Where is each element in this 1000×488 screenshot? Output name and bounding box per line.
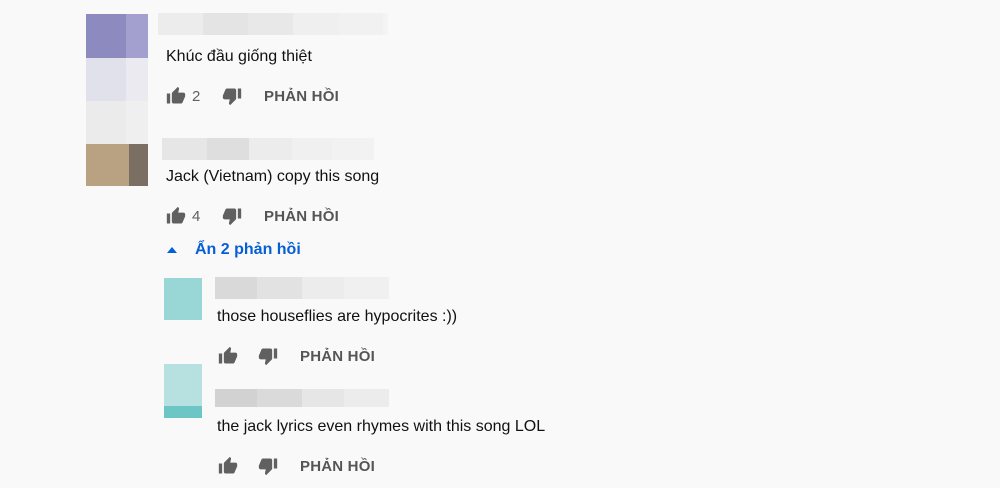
thumbs-down-icon [258, 458, 278, 476]
reply-button[interactable]: PHẢN HỒI [264, 208, 339, 225]
comment-actions: 2 PHẢN HỒI [166, 84, 339, 108]
caret-up-icon [167, 247, 177, 253]
thumbs-down-icon [222, 208, 242, 226]
like-button[interactable] [166, 206, 186, 226]
comment-text: Khúc đầu giống thiệt [166, 48, 312, 65]
dislike-button[interactable] [258, 456, 278, 476]
dislike-button[interactable] [258, 346, 278, 366]
reply-text: the jack lyrics even rhymes with this so… [217, 418, 546, 435]
reply-button[interactable]: PHẢN HỒI [300, 348, 375, 365]
reply-actions: PHẢN HỒI [218, 344, 375, 368]
avatar[interactable] [86, 144, 148, 186]
hide-replies-label: Ẩn 2 phản hồi [195, 241, 301, 258]
like-count: 4 [192, 207, 201, 225]
reply-button[interactable]: PHẢN HỒI [264, 88, 339, 105]
avatar[interactable] [164, 278, 202, 320]
reply-text: those houseflies are hypocrites :)) [217, 308, 458, 325]
thumbs-down-icon [258, 348, 278, 366]
like-button[interactable] [218, 456, 238, 476]
author-name[interactable] [215, 277, 389, 299]
author-name[interactable] [215, 389, 389, 407]
reply-button[interactable]: PHẢN HỒI [300, 458, 375, 475]
thumbs-up-icon [218, 346, 238, 364]
comment-text: Jack (Vietnam) copy this song [166, 168, 380, 185]
like-button[interactable] [166, 86, 186, 106]
like-count: 2 [192, 87, 201, 105]
thumbs-up-icon [166, 206, 186, 224]
dislike-button[interactable] [222, 86, 242, 106]
hide-replies-toggle[interactable]: Ẩn 2 phản hồi [167, 241, 301, 259]
thumbs-up-icon [218, 456, 238, 474]
avatar[interactable] [86, 14, 148, 144]
thumbs-down-icon [222, 88, 242, 106]
author-name[interactable] [158, 13, 388, 35]
author-name[interactable] [162, 138, 374, 160]
avatar[interactable] [164, 364, 202, 418]
thumbs-up-icon [166, 86, 186, 104]
comment-actions: 4 PHẢN HỒI [166, 204, 339, 228]
like-button[interactable] [218, 346, 238, 366]
reply-actions: PHẢN HỒI [218, 454, 375, 478]
dislike-button[interactable] [222, 206, 242, 226]
